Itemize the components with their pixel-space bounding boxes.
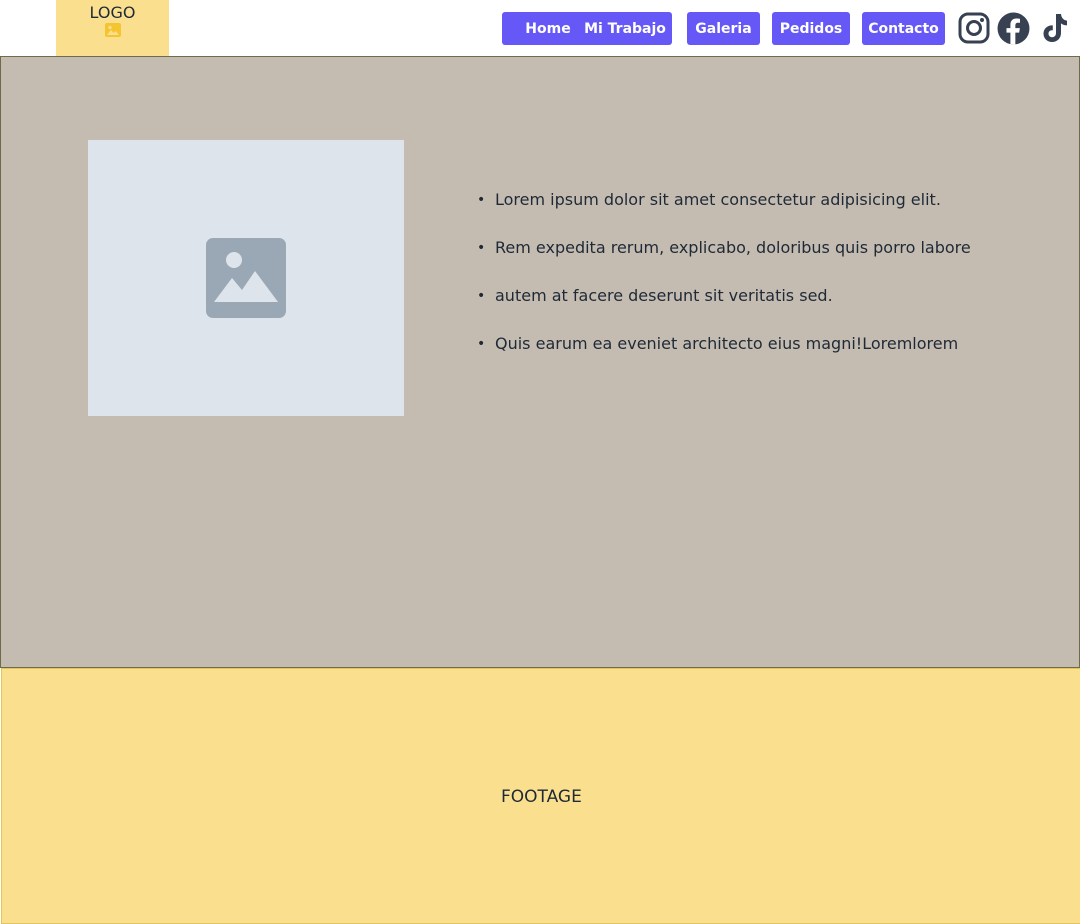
list-item: Quis earum ea eveniet architecto eius ma…	[477, 332, 971, 380]
image-icon	[104, 23, 121, 37]
instagram-icon[interactable]	[958, 12, 990, 44]
logo-label: LOGO	[89, 3, 136, 22]
nav-mi-trabajo-button[interactable]: Mi Trabajo	[578, 12, 672, 45]
nav-galeria-button[interactable]: Galeria	[687, 12, 760, 45]
bullet-list: Lorem ipsum dolor sit amet consectetur a…	[477, 188, 971, 380]
header: LOGO Home Mi Trabajo Galeria Pedidos Con…	[0, 0, 1080, 56]
list-item: Rem expedita rerum, explicabo, doloribus…	[477, 236, 971, 284]
list-item: Lorem ipsum dolor sit amet consectetur a…	[477, 188, 971, 236]
tiktok-icon[interactable]	[1039, 12, 1071, 44]
nav-contacto-button[interactable]: Contacto	[862, 12, 945, 45]
list-item: autem at facere deserunt sit veritatis s…	[477, 284, 971, 332]
nav-pedidos-button[interactable]: Pedidos	[772, 12, 850, 45]
footer-text: FOOTAGE	[501, 787, 582, 807]
main-section: Lorem ipsum dolor sit amet consectetur a…	[0, 56, 1080, 668]
facebook-icon[interactable]	[997, 12, 1030, 45]
image-placeholder-icon	[206, 238, 286, 318]
image-placeholder	[88, 140, 404, 416]
logo[interactable]: LOGO	[56, 0, 169, 56]
footer: FOOTAGE	[1, 668, 1080, 924]
